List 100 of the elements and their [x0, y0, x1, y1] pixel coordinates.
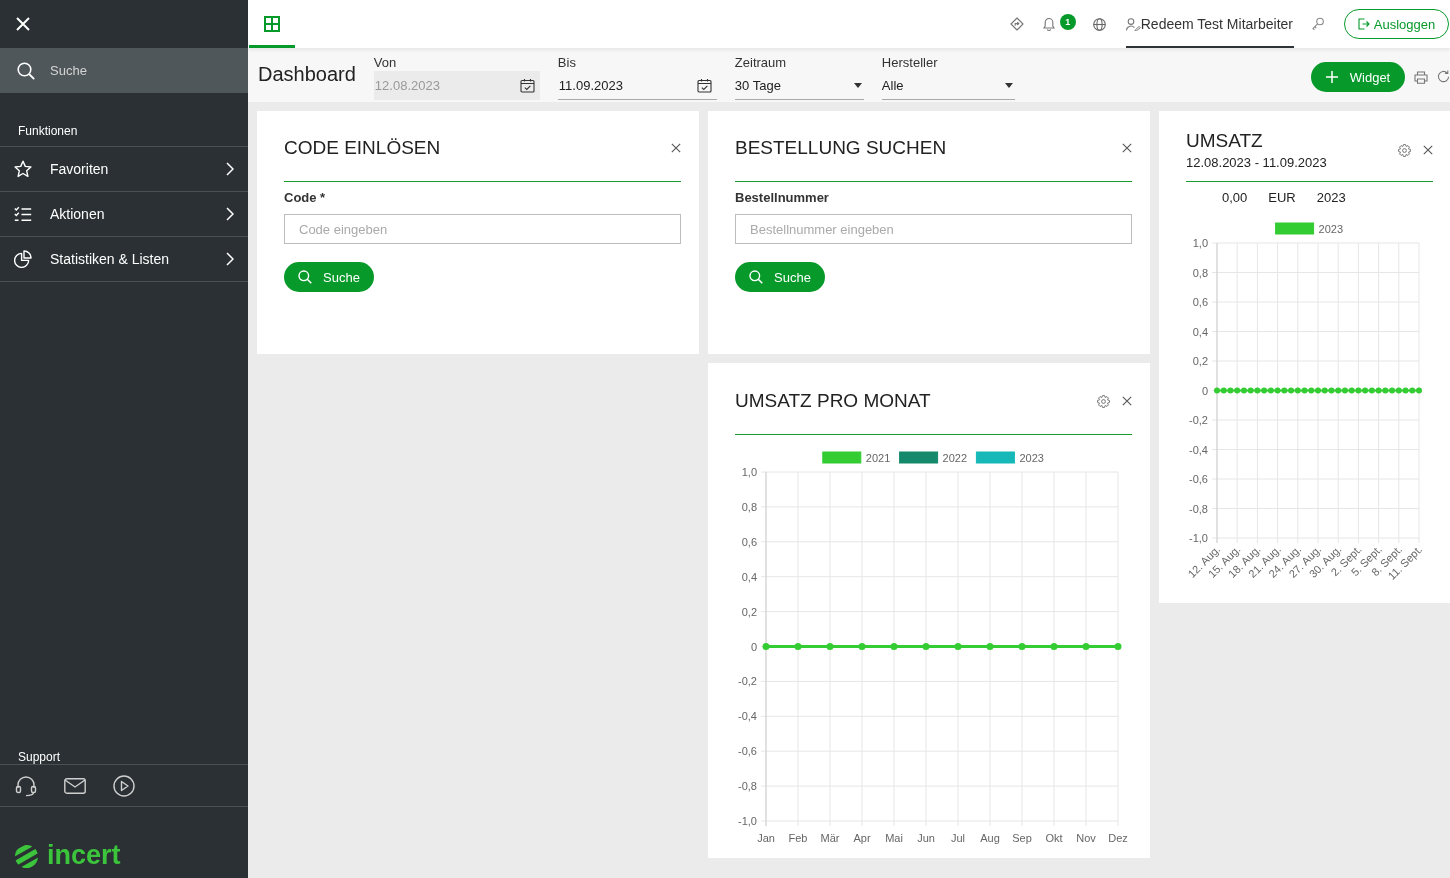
field-label: Zeitraum	[734, 56, 787, 70]
globe-icon[interactable]	[1092, 17, 1106, 31]
caret-down-icon	[1004, 82, 1013, 88]
legend-swatch-icon[interactable]	[975, 451, 1015, 464]
y-axis-label: -0,6	[738, 745, 757, 758]
y-axis-label: -0,8	[738, 780, 757, 793]
y-axis-label: 0,8	[741, 500, 757, 513]
legend-label[interactable]: 2022	[942, 452, 968, 464]
user-edit-icon	[1125, 17, 1141, 31]
field-label: Von	[373, 56, 397, 70]
refresh-icon[interactable]	[1437, 70, 1450, 83]
y-axis-label: 0,6	[741, 535, 757, 548]
y-axis-label: 0,2	[741, 605, 757, 618]
summary-text: 2023	[1316, 189, 1346, 207]
y-axis-label: 0	[1201, 384, 1208, 397]
close-icon[interactable]	[671, 143, 681, 153]
bell-icon[interactable]	[1042, 17, 1055, 31]
legend-label[interactable]: 2023	[1318, 223, 1344, 235]
add-widget-button[interactable]: Widget	[1311, 62, 1405, 92]
section-title: Support	[18, 750, 61, 764]
x-axis-label: Okt	[1045, 832, 1063, 844]
x-axis-label: Jan	[757, 832, 775, 844]
dropdown[interactable]: Alle	[881, 71, 1015, 100]
y-axis-label: -1,0	[738, 815, 757, 827]
search-button[interactable]: Suche	[735, 262, 825, 292]
y-axis-label: -0,2	[1189, 414, 1208, 426]
key-icon[interactable]	[1312, 17, 1324, 31]
play-icon[interactable]	[113, 774, 135, 797]
direction-sign-icon[interactable]	[1009, 17, 1024, 31]
search-icon	[749, 270, 764, 284]
data-point	[762, 643, 770, 650]
search-icon	[298, 270, 313, 284]
close-icon[interactable]	[1122, 396, 1132, 406]
text-input[interactable]: Code eingeben	[284, 214, 681, 244]
y-axis-label: 0,6	[1192, 296, 1208, 308]
x-axis-label: Nov	[1076, 832, 1096, 844]
grid-icon	[264, 16, 280, 32]
data-point	[954, 643, 962, 650]
widget-title: CODE EINLÖSEN	[284, 136, 441, 160]
logo-text: incert	[47, 842, 121, 868]
field-label: Bestellnummer	[735, 190, 829, 206]
field-label: Bis	[557, 56, 576, 70]
legend-label[interactable]: 2023	[1019, 452, 1044, 464]
envelope-icon[interactable]	[64, 777, 86, 794]
search-icon	[17, 61, 35, 80]
summary-text: 0,00	[1222, 189, 1248, 207]
x-axis-label: Jun	[917, 832, 935, 844]
settings-icon[interactable]	[1398, 143, 1411, 157]
text-input[interactable]: Bestellnummer eingeben	[735, 214, 1132, 244]
close-icon[interactable]	[1423, 145, 1433, 155]
data-point	[1018, 643, 1026, 650]
legend-label[interactable]: 2021	[865, 452, 891, 464]
summary-text: EUR	[1268, 189, 1296, 207]
x-axis-label: Jul	[950, 832, 966, 844]
print-icon[interactable]	[1414, 71, 1428, 84]
data-point	[986, 643, 994, 650]
logo-mark-icon	[15, 845, 38, 868]
widget-title: UMSATZ	[1186, 129, 1263, 153]
y-axis-label: 1,0	[1192, 237, 1208, 249]
data-point	[1114, 643, 1122, 650]
x-axis-label: Dez	[1108, 832, 1128, 844]
legend-swatch-icon[interactable]	[899, 451, 939, 464]
notification-badge: 1	[1059, 14, 1076, 30]
date-field[interactable]: 11.09.2023	[557, 71, 717, 100]
search-input[interactable]: Suche	[50, 60, 236, 81]
checklist-icon	[14, 206, 32, 222]
pie-chart-icon	[14, 250, 32, 268]
data-point	[1082, 643, 1090, 650]
data-point	[826, 643, 834, 650]
data-point	[794, 643, 802, 650]
y-axis-label: 0,4	[741, 570, 757, 583]
y-axis-label: -0,4	[738, 710, 757, 723]
logout-button[interactable]: Ausloggen	[1344, 9, 1449, 39]
search-field[interactable]: Suche	[0, 48, 248, 93]
x-axis-label: Sep	[1012, 832, 1032, 844]
x-axis-label: Feb	[788, 832, 808, 844]
legend-swatch-icon[interactable]	[1275, 222, 1315, 235]
y-axis-label: -0,6	[1189, 473, 1208, 485]
widget-title: BESTELLUNG SUCHEN	[735, 136, 947, 160]
field-label: Code *	[284, 190, 326, 206]
close-icon[interactable]	[1122, 143, 1132, 153]
date-range-text: 12.08.2023 - 11.09.2023	[1186, 154, 1327, 172]
widget-title: UMSATZ PRO MONAT	[735, 389, 931, 413]
data-point	[1050, 643, 1058, 650]
headset-icon[interactable]	[15, 774, 37, 797]
y-axis-label: -1,0	[1189, 532, 1208, 544]
legend-swatch-icon[interactable]	[822, 451, 862, 464]
x-axis-label: Apr	[853, 832, 871, 844]
settings-icon[interactable]	[1097, 394, 1110, 408]
calendar-icon[interactable]	[696, 77, 712, 93]
dropdown[interactable]: 30 Tage	[734, 71, 864, 100]
y-axis-label: -0,2	[738, 675, 757, 688]
section-title: Funktionen	[18, 124, 78, 138]
data-point	[890, 643, 898, 650]
x-axis-label: Mai	[885, 832, 903, 844]
plus-icon	[1325, 71, 1338, 83]
y-axis-label: 0	[750, 640, 757, 653]
search-button[interactable]: Suche	[284, 262, 374, 292]
y-axis-label: -0,4	[1189, 443, 1208, 456]
y-axis-label: 1,0	[741, 466, 757, 478]
